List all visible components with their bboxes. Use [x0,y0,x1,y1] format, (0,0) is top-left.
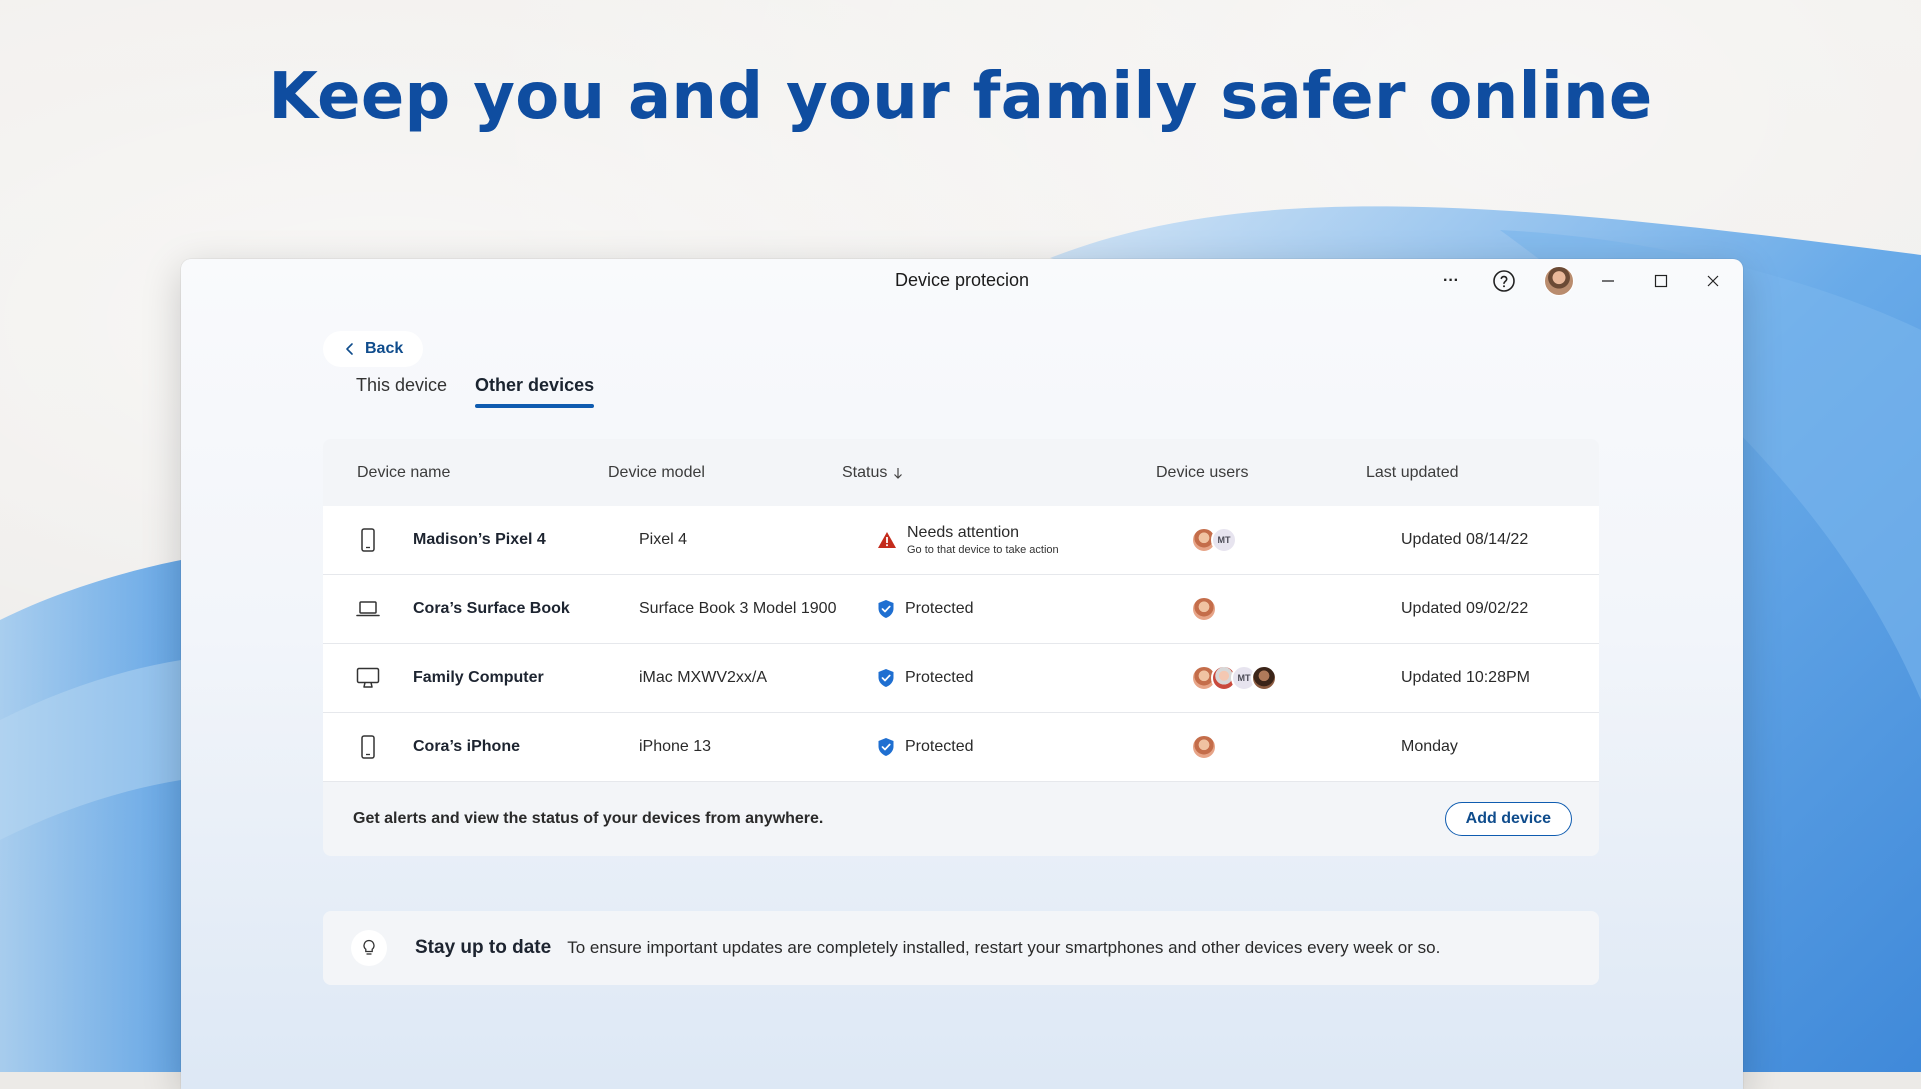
maximize-button[interactable] [1644,265,1678,297]
table-row[interactable]: Cora’s iPhone iPhone 13 Protected Monday [323,713,1599,782]
device-status: Protected [877,668,1191,688]
warning-icon [878,532,896,548]
avatar [1191,734,1217,760]
column-header-model[interactable]: Device model [608,464,842,482]
tab-bar: This device Other devices [356,375,595,408]
device-users [1191,734,1401,760]
headline: Keep you and your family safer online [268,60,1653,134]
laptop-icon [356,601,380,617]
status-sublabel: Go to that device to take action [907,544,1059,556]
device-model: iMac MXWV2xx/A [639,669,768,686]
table-row[interactable]: Cora’s Surface Book Surface Book 3 Model… [323,575,1599,644]
device-status: Protected [877,599,1191,619]
avatar [1191,596,1217,622]
avatar [1544,266,1574,296]
column-header-status[interactable]: Status [842,464,1156,482]
device-model: Surface Book 3 Model 1900 [639,600,837,617]
device-type [323,528,413,552]
last-updated: Updated 10:28PM [1401,669,1530,686]
back-label: Back [365,340,404,357]
device-name: Cora’s Surface Book [413,600,570,617]
tab-this-device[interactable]: This device [356,375,447,408]
maximize-icon [1654,274,1668,288]
more-options-button[interactable]: ··· [1434,265,1468,297]
status-label: Needs attention [907,524,1020,541]
last-updated: Monday [1401,738,1458,755]
shield-check-icon [878,669,894,687]
device-users: MT [1191,527,1401,553]
status-label: Protected [905,669,974,686]
chevron-left-icon [346,343,353,355]
lightbulb-icon [351,930,387,966]
title-bar: Device protecion ··· [181,259,1743,303]
column-header-users[interactable]: Device users [1156,464,1366,482]
card-footer: Get alerts and view the status of your d… [323,782,1599,856]
tab-other-devices[interactable]: Other devices [475,375,595,408]
avatar: MT [1211,527,1237,553]
app-window: Device protecion ··· Back This device Ot… [181,259,1743,1089]
device-type [323,667,413,689]
status-label: Protected [905,600,974,617]
minimize-button[interactable] [1591,265,1625,297]
help-icon [1493,270,1515,292]
help-button[interactable] [1487,265,1521,297]
table-row[interactable]: Family Computer iMac MXWV2xx/A Protected… [323,644,1599,713]
last-updated: Updated 08/14/22 [1401,531,1529,548]
phone-icon [361,735,375,759]
column-header-status-label: Status [842,463,888,481]
device-users: MT [1191,665,1401,691]
device-status: Needs attention Go to that device to tak… [877,524,1191,556]
more-icon: ··· [1443,272,1459,289]
account-button[interactable] [1542,265,1576,297]
column-header-updated[interactable]: Last updated [1366,464,1459,482]
column-header-name[interactable]: Device name [323,464,608,482]
devices-card: Device name Device model Status Device u… [323,439,1599,856]
tip-body: To ensure important updates are complete… [567,938,1441,957]
last-updated: Updated 09/02/22 [1401,600,1529,617]
device-model: iPhone 13 [639,738,712,755]
tip-title: Stay up to date [415,937,552,958]
close-icon [1707,275,1719,287]
table-header: Device name Device model Status Device u… [323,439,1599,506]
device-name: Family Computer [413,669,544,686]
minimize-icon [1602,280,1614,282]
status-label: Protected [905,738,974,755]
sort-down-icon [894,467,903,479]
device-status: Protected [877,737,1191,757]
shield-check-icon [878,738,894,756]
shield-check-icon [878,600,894,618]
close-button[interactable] [1696,265,1730,297]
add-device-button[interactable]: Add device [1444,802,1572,836]
device-type [323,735,413,759]
monitor-icon [356,667,380,688]
avatar [1251,665,1277,691]
device-name: Cora’s iPhone [413,738,520,755]
table-row[interactable]: Madison’s Pixel 4 Pixel 4 Needs attentio… [323,506,1599,575]
device-type [323,600,413,618]
footer-text: Get alerts and view the status of your d… [353,810,824,827]
tip-banner: Stay up to date To ensure important upda… [323,911,1599,985]
device-users [1191,596,1401,622]
phone-icon [361,528,375,552]
device-name: Madison’s Pixel 4 [413,531,546,548]
back-button[interactable]: Back [323,331,424,367]
device-model: Pixel 4 [639,531,688,548]
